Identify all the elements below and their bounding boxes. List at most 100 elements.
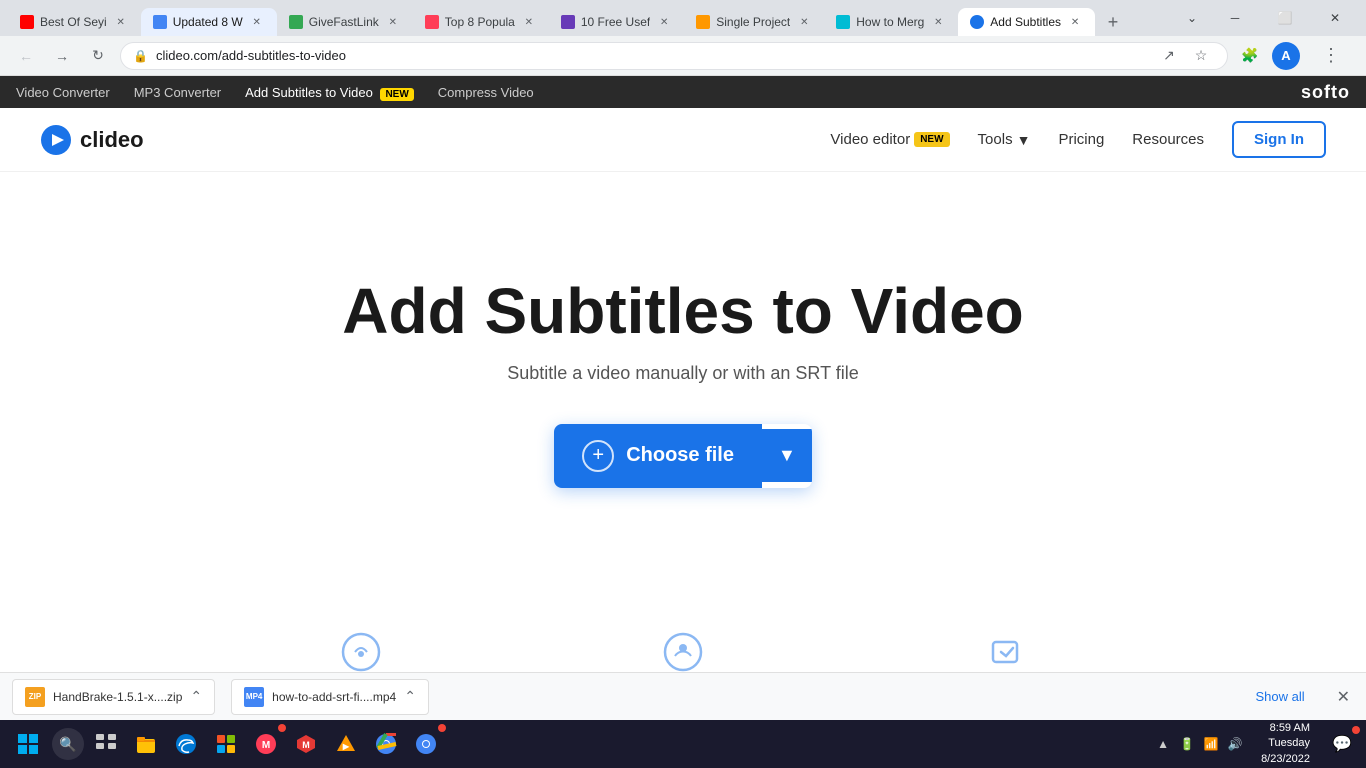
show-all-button[interactable]: Show all [1243,683,1316,710]
softo-mp3-converter-link[interactable]: MP3 Converter [134,85,221,100]
url-bar[interactable]: 🔒 clideo.com/add-subtitles-to-video ↗ ☆ [120,42,1228,70]
chrome-notifications-button[interactable] [408,726,444,762]
taskbar: 🔍 [0,720,1366,768]
file-explorer-icon [135,733,157,755]
softo-new-badge: NEW [380,88,413,101]
monday-app-button[interactable]: M [248,726,284,762]
tab-label-yt: Best Of Seyi [40,15,107,29]
softo-add-subtitles-link[interactable]: Add Subtitles to Video NEW [245,85,414,100]
mcafee-button[interactable]: M [288,726,324,762]
bookmark-button[interactable]: ☆ [1187,42,1215,70]
file-explorer-button[interactable] [128,726,164,762]
tab-close-clideo[interactable]: ✕ [1067,14,1083,30]
tab-list-button[interactable]: ⌄ [1176,0,1208,36]
choose-file-button[interactable]: + Choose file [554,424,762,488]
nav-resources[interactable]: Resources [1132,131,1204,148]
tab-monday[interactable]: Top 8 Popula ✕ [413,8,549,36]
task-view-button[interactable] [88,726,124,762]
minimize-button[interactable]: ─ [1212,0,1258,36]
start-button[interactable] [8,724,48,764]
chrome-notif-icon [415,733,437,755]
download-mp4-chevron[interactable]: ⌃ [404,688,416,705]
notification-center-badge [1352,726,1360,734]
chrome-menu-button[interactable]: ⋮ [1308,38,1354,74]
time-display: 8:59 AM [1261,721,1310,736]
nav-pricing[interactable]: Pricing [1058,131,1104,148]
hero-subtitle: Subtitle a video manually or with an SRT… [507,363,859,384]
choose-file-wrapper: + Choose file ▼ [554,424,812,488]
hero-title: Add Subtitles to Video [342,276,1024,346]
clideo-logo-text: clideo [80,127,144,153]
new-tab-button[interactable]: + [1099,8,1127,36]
softo-compress-video-link[interactable]: Compress Video [438,85,534,100]
tab-label-clideo: Add Subtitles [990,15,1061,29]
mcafee-icon: M [295,733,317,755]
mp4-icon: MP4 [244,687,264,707]
nav-video-editor[interactable]: Video editor NEW [830,131,949,148]
download-mp4-label: how-to-add-srt-fi....mp4 [272,690,396,704]
tab-label-merge: How to Merg [856,15,924,29]
tab-close-yt[interactable]: ✕ [113,14,129,30]
edge-browser-button[interactable] [168,726,204,762]
monday-icon: M [255,733,277,755]
choose-file-dropdown-button[interactable]: ▼ [762,429,812,482]
tab-close-single[interactable]: ✕ [796,14,812,30]
plus-circle-icon: + [582,440,614,472]
website-content: Video Converter MP3 Converter Add Subtit… [0,76,1366,672]
tab-close-give[interactable]: ✕ [385,14,401,30]
tab-close-updated[interactable]: ✕ [249,14,265,30]
scroll-hint-area [0,592,1366,672]
site-nav: clideo Video editor NEW Tools ▼ Pricing … [0,108,1366,172]
restore-button[interactable]: ⬜ [1262,0,1308,36]
close-button[interactable]: ✕ [1312,0,1358,36]
back-button[interactable]: ← [12,42,40,70]
tab-close-merge[interactable]: ✕ [930,14,946,30]
extensions-button[interactable]: 🧩 [1236,42,1264,70]
hero-section: Add Subtitles to Video Subtitle a video … [0,172,1366,592]
browser-frame: Best Of Seyi ✕ Updated 8 W ✕ GiveFastLin… [0,0,1366,768]
profile-picture-button[interactable]: A [1272,42,1300,70]
tab-give[interactable]: GiveFastLink ✕ [277,8,413,36]
url-text: clideo.com/add-subtitles-to-video [156,48,1147,63]
clideo-logo[interactable]: clideo [40,124,144,156]
volume-icon[interactable]: 🔊 [1225,734,1245,754]
reload-button[interactable]: ↻ [84,42,112,70]
feature-icon-3 [980,632,1030,672]
tab-single[interactable]: Single Project ✕ [684,8,824,36]
download-item-handbrake[interactable]: ZIP HandBrake-1.5.1-x....zip ⌃ [12,679,215,715]
vlc-button[interactable]: ▶ [328,726,364,762]
url-actions: ↗ ☆ [1155,42,1215,70]
download-item-mp4[interactable]: MP4 how-to-add-srt-fi....mp4 ⌃ [231,679,429,715]
download-handbrake-chevron[interactable]: ⌃ [190,688,202,705]
show-hidden-icons-button[interactable]: ▲ [1153,734,1173,754]
vlc-icon: ▶ [335,733,357,755]
tab-close-monday[interactable]: ✕ [521,14,537,30]
softo-video-converter-link[interactable]: Video Converter [16,85,110,100]
tab-yt[interactable]: Best Of Seyi ✕ [8,8,141,36]
tab-label-single: Single Project [716,15,790,29]
chrome-button[interactable] [368,726,404,762]
store-icon [215,733,237,755]
zip-icon: ZIP [25,687,45,707]
choose-file-label: Choose file [626,444,734,467]
notification-center-button[interactable]: 💬 [1326,728,1358,760]
chrome-icon [375,733,397,755]
share-url-button[interactable]: ↗ [1155,42,1183,70]
tab-favicon-10free [561,15,575,29]
feature-icon-2 [658,632,708,672]
datetime-display[interactable]: 8:59 AM Tuesday 8/23/2022 [1253,721,1318,767]
tab-10free[interactable]: 10 Free Usef ✕ [549,8,684,36]
site-nav-links: Video editor NEW Tools ▼ Pricing Resourc… [830,121,1326,158]
forward-button[interactable]: → [48,42,76,70]
tab-updated[interactable]: Updated 8 W ✕ [141,8,277,36]
close-downloads-button[interactable]: ✕ [1333,683,1354,711]
nav-tools[interactable]: Tools ▼ [978,131,1031,148]
tab-merge[interactable]: How to Merg ✕ [824,8,958,36]
tab-favicon-updated [153,15,167,29]
tab-close-10free[interactable]: ✕ [656,14,672,30]
store-button[interactable] [208,726,244,762]
taskbar-search-button[interactable]: 🔍 [52,728,84,760]
sign-in-button[interactable]: Sign In [1232,121,1326,158]
tab-clideo[interactable]: Add Subtitles ✕ [958,8,1095,36]
profile-avatar[interactable]: A [1272,42,1300,70]
